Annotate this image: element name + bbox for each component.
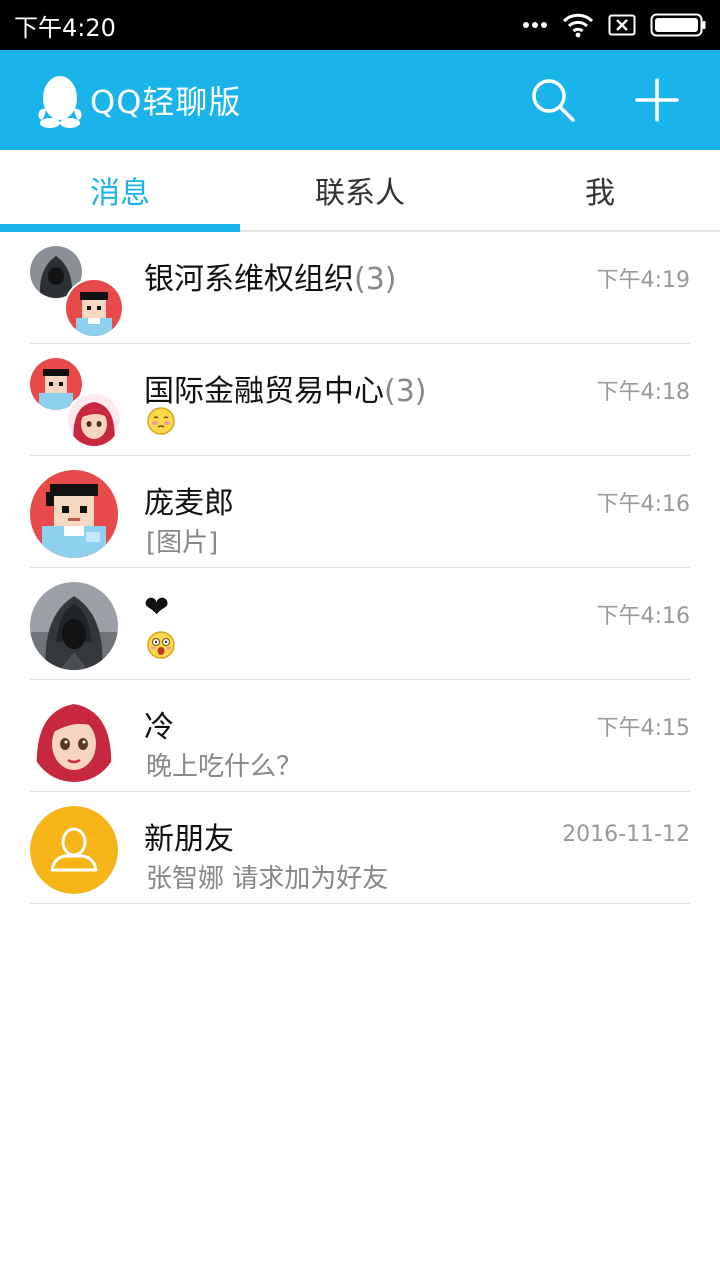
conversation-name: 国际金融贸易中心(3) (144, 366, 427, 410)
plus-icon (635, 78, 679, 122)
search-icon (532, 79, 575, 122)
hooded-avatar (30, 582, 118, 670)
conversation-item[interactable]: 冷 下午4:15 晚上吃什么？ (0, 680, 720, 792)
conversation-item[interactable]: 银河系维权组织(3) 下午4:19 (0, 232, 720, 344)
conversation-preview: [图片] (146, 528, 219, 558)
sim-off-icon (608, 14, 636, 36)
conversation-time: 下午4:18 (596, 380, 690, 405)
conversation-title: 新朋友 (144, 822, 234, 857)
shocked-emoji-icon (146, 630, 176, 660)
conversation-list: 银河系维权组织(3) 下午4:19 国际金融贸易中心(3) 下午4:18 庞麦郎… (0, 232, 720, 904)
pixel-avatar (30, 470, 118, 558)
conversation-preview: 晚上吃什么？ (146, 752, 303, 782)
conversation-name: ❤ (144, 590, 169, 625)
conversation-item[interactable]: ❤ 下午4:16 (0, 568, 720, 680)
conversation-item[interactable]: 新朋友 2016-11-12 张智娜 请求加为好友 (0, 792, 720, 904)
redhair-avatar-small (66, 392, 122, 448)
conversation-name: 新朋友 (144, 814, 234, 858)
new-friend-avatar (30, 806, 118, 894)
status-time: 下午4:20 (14, 13, 116, 42)
conversation-preview: 张智娜 请求加为好友 (146, 864, 389, 894)
group-avatar (30, 246, 124, 338)
conversation-item[interactable]: 庞麦郎 下午4:16 [图片] (0, 456, 720, 568)
conversation-title: 庞麦郎 (144, 486, 234, 521)
conversation-name: 庞麦郎 (144, 478, 234, 522)
status-icons (522, 12, 706, 38)
pixel-avatar-small (64, 278, 124, 338)
conversation-title: 国际金融贸易中心 (144, 374, 384, 409)
app-actions (530, 77, 690, 123)
conversation-time: 下午4:16 (596, 492, 690, 517)
blush-emoji-icon (146, 406, 176, 436)
search-button[interactable] (530, 77, 576, 123)
conversation-title: 银河系维权组织 (144, 262, 354, 297)
more-dots-icon (522, 21, 548, 29)
conversation-title: ❤ (144, 590, 170, 625)
conversation-time: 下午4:16 (596, 604, 690, 629)
tab-bar: 消息 联系人 我 (0, 150, 720, 232)
status-bar: 下午4:20 (0, 0, 720, 50)
redhair-avatar (30, 694, 118, 782)
wifi-icon (562, 12, 594, 38)
qq-penguin-icon (30, 65, 90, 135)
tab-messages[interactable]: 消息 (0, 150, 240, 232)
add-button[interactable] (634, 77, 680, 123)
conversation-name: 冷 (144, 702, 174, 746)
tab-me[interactable]: 我 (480, 150, 720, 230)
conversation-time: 下午4:15 (596, 716, 690, 741)
unread-count: (3) (384, 374, 427, 409)
conversation-time: 下午4:19 (596, 268, 690, 293)
conversation-name: 银河系维权组织(3) (144, 254, 397, 298)
conversation-title: 冷 (144, 710, 174, 745)
app-title: QQ轻聊版 (90, 83, 242, 121)
conversation-item[interactable]: 国际金融贸易中心(3) 下午4:18 (0, 344, 720, 456)
conversation-time: 2016-11-12 (562, 822, 690, 847)
group-avatar (30, 358, 122, 448)
battery-icon (650, 13, 706, 37)
tab-contacts[interactable]: 联系人 (240, 150, 480, 230)
unread-count: (3) (354, 262, 397, 297)
app-bar: QQ轻聊版 (0, 50, 720, 150)
